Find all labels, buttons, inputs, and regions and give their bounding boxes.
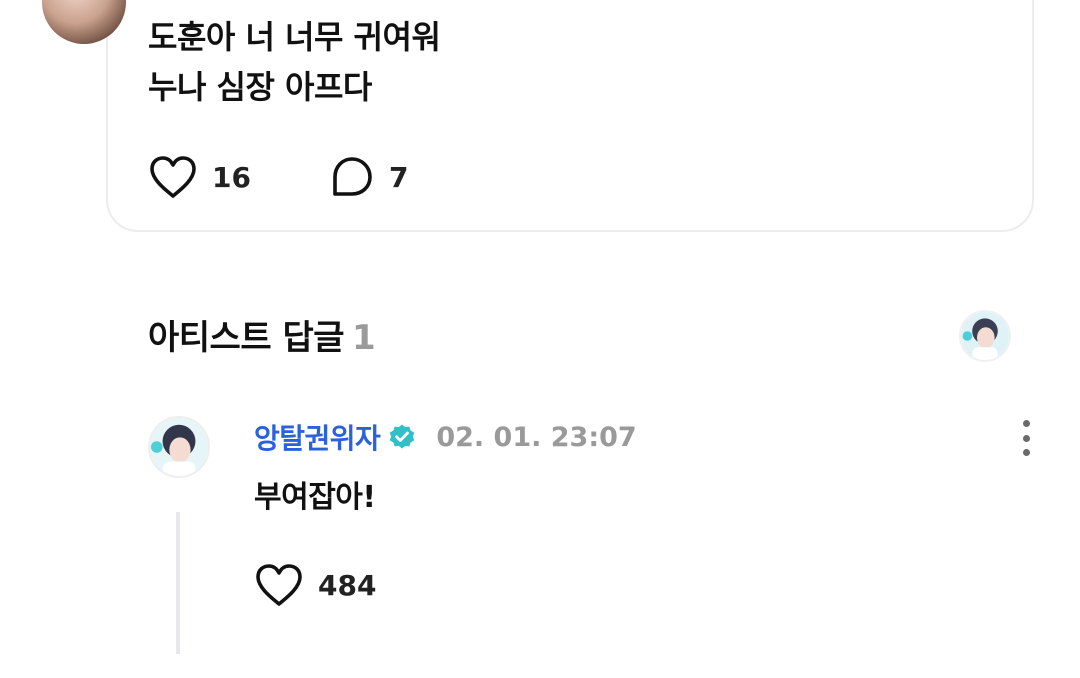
reply-timestamp: 02. 01. 23:07 bbox=[436, 421, 637, 453]
reply-header: 앙탈권위자 02. 01. 23:07 bbox=[254, 418, 637, 456]
artist-photo-icon bbox=[961, 312, 1009, 360]
post-comment-count: 7 bbox=[388, 160, 409, 194]
artist-replies-count: 1 bbox=[352, 318, 376, 358]
post-line-2: 누나 심장 아프다 bbox=[148, 68, 372, 106]
artist-photo-icon bbox=[150, 418, 208, 476]
post-comment-button[interactable]: 7 bbox=[329, 154, 408, 200]
reply-like-button[interactable]: 484 bbox=[254, 560, 376, 610]
reply-thread-line bbox=[176, 512, 180, 654]
reply-author-avatar[interactable] bbox=[148, 416, 210, 478]
artist-avatar-small[interactable] bbox=[959, 310, 1011, 362]
artist-replies-header: 아티스트 답글 1 bbox=[148, 310, 376, 359]
post-actions: 16 7 bbox=[148, 152, 408, 202]
reply-like-count: 484 bbox=[318, 568, 377, 602]
heart-outline-icon bbox=[256, 564, 302, 606]
more-options-icon[interactable] bbox=[1012, 420, 1040, 456]
post-like-button[interactable]: 16 bbox=[148, 154, 251, 200]
verified-badge-icon bbox=[388, 423, 416, 451]
reply-author-name[interactable]: 앙탈권위자 bbox=[254, 417, 381, 457]
screen: 도훈아 너 너무 귀여워 누나 심장 아프다 16 7 아티스트 답글 1 앙탈… bbox=[0, 0, 1080, 678]
artist-replies-title: 아티스트 답글 bbox=[148, 318, 345, 358]
reply-body: 부여잡아! bbox=[254, 480, 376, 515]
post-body: 도훈아 너 너무 귀여워 누나 심장 아프다 bbox=[148, 12, 441, 112]
speech-bubble-icon bbox=[333, 157, 372, 196]
post-like-count: 16 bbox=[212, 160, 251, 194]
post-line-1: 도훈아 너 너무 귀여워 bbox=[148, 18, 441, 56]
heart-outline-icon bbox=[150, 156, 196, 198]
